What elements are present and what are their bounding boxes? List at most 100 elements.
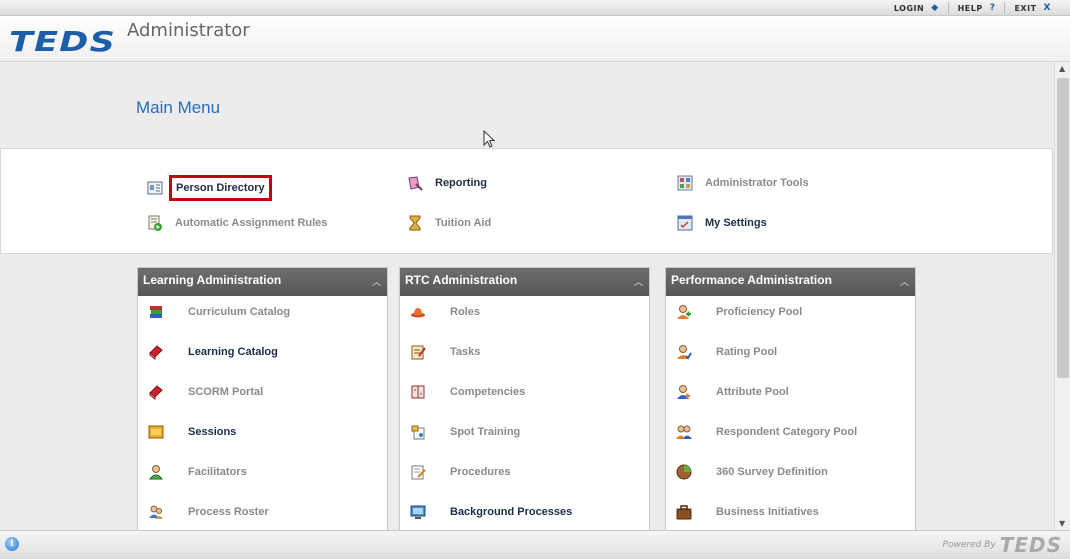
process-roster-link[interactable]: Process Roster: [138, 504, 269, 520]
scroll-up-icon[interactable]: ▲: [1059, 64, 1065, 73]
panel-title: Learning Administration: [143, 273, 282, 287]
item-label: Learning Catalog: [188, 346, 278, 358]
powered-by-text: Powered By: [942, 539, 996, 550]
reporting-link[interactable]: Reporting: [407, 175, 487, 191]
books-icon: [150, 306, 162, 318]
briefcase-icon: [676, 505, 692, 520]
item-label: Competencies: [450, 386, 526, 398]
app-header: TEDS Administrator: [0, 16, 1070, 62]
tasks-icon: [411, 345, 426, 360]
respondent-icon: [676, 425, 692, 439]
tasks-link[interactable]: Tasks: [400, 344, 480, 360]
tuition-aid-label: Tuition Aid: [435, 217, 492, 229]
mouse-cursor-icon: [483, 129, 496, 148]
exit-link[interactable]: EXIT X: [1004, 2, 1060, 14]
automatic-assignment-rules-link[interactable]: Automatic Assignment Rules: [147, 215, 327, 231]
quick-links-box: Person Directory Reporting Administrator…: [0, 148, 1053, 254]
app-subtitle: Administrator: [127, 20, 250, 41]
person-directory-link[interactable]: Person Directory: [147, 175, 272, 201]
top-bar: LOGIN ◆ HELP ? EXIT X: [0, 0, 1070, 16]
hat-icon: [411, 308, 425, 318]
competencies-link[interactable]: Competencies: [400, 384, 525, 400]
footer: i Powered By TEDS: [0, 530, 1070, 559]
login-icon: ◆: [931, 3, 939, 13]
logo-text: TEDS: [9, 25, 117, 58]
vertical-scrollbar[interactable]: ▲ ▼: [1054, 62, 1070, 530]
background-processes-link[interactable]: Background Processes: [400, 504, 572, 520]
tuition-aid-link[interactable]: Tuition Aid: [407, 215, 491, 231]
login-link[interactable]: LOGIN ◆: [885, 2, 948, 14]
exit-label: EXIT: [1014, 3, 1037, 13]
item-label: Curriculum Catalog: [188, 306, 291, 318]
facilitators-link[interactable]: Facilitators: [138, 464, 247, 480]
roles-link[interactable]: Roles: [400, 304, 480, 320]
item-label: Sessions: [188, 426, 237, 438]
proficiency-icon: [677, 305, 691, 319]
administrator-tools-label: Administrator Tools: [705, 177, 809, 189]
admin-tools-icon: [677, 175, 693, 191]
learning-catalog-link[interactable]: Learning Catalog: [138, 344, 278, 360]
item-label: Process Roster: [188, 506, 269, 518]
assignment-rules-icon: [148, 215, 162, 231]
help-icon: ?: [989, 3, 996, 13]
sessions-link[interactable]: Sessions: [138, 424, 236, 440]
page-title: Main Menu: [136, 98, 221, 117]
item-label: Business Initiatives: [716, 506, 819, 518]
powered-by: Powered By TEDS: [943, 533, 1062, 557]
panel-header[interactable]: RTC Administration ︿: [400, 268, 649, 296]
reporting-label: Reporting: [435, 177, 487, 189]
person-icon: [148, 465, 164, 480]
my-settings-icon: [677, 215, 693, 231]
rtc-administration-panel: RTC Administration ︿ Roles Tasks Compete…: [399, 267, 650, 530]
item-label: SCORM Portal: [188, 386, 264, 398]
collapse-icon[interactable]: ︿: [372, 275, 381, 288]
help-link[interactable]: HELP ?: [947, 2, 1005, 14]
info-icon[interactable]: i: [5, 537, 19, 551]
book-red-icon: [149, 345, 163, 360]
attribute-icon: [677, 385, 691, 399]
help-label: HELP: [957, 3, 983, 13]
item-label: Procedures: [450, 466, 511, 478]
item-label: Attribute Pool: [716, 386, 789, 398]
business-initiatives-link[interactable]: Business Initiatives: [666, 504, 819, 520]
spot-training-icon: [411, 425, 425, 440]
item-label: Respondent Category Pool: [716, 426, 858, 438]
item-label: Rating Pool: [716, 346, 778, 358]
login-label: LOGIN: [893, 3, 925, 13]
panel-title: Performance Administration: [671, 273, 832, 287]
respondent-category-pool-link[interactable]: Respondent Category Pool: [666, 424, 857, 440]
performance-administration-panel: Performance Administration ︿ Proficiency…: [665, 267, 916, 530]
automatic-assignment-rules-label: Automatic Assignment Rules: [175, 217, 328, 229]
competencies-icon: [411, 385, 425, 399]
item-label: Tasks: [450, 346, 481, 358]
rating-icon: [677, 345, 692, 360]
person-directory-label: Person Directory: [169, 175, 272, 201]
item-label: Background Processes: [450, 506, 573, 518]
panel-header[interactable]: Performance Administration ︿: [666, 268, 915, 296]
panel-header[interactable]: Learning Administration ︿: [138, 268, 387, 296]
curriculum-catalog-link[interactable]: Curriculum Catalog: [138, 304, 290, 320]
attribute-pool-link[interactable]: Attribute Pool: [666, 384, 789, 400]
scorm-portal-link[interactable]: SCORM Portal: [138, 384, 263, 400]
my-settings-label: My Settings: [705, 217, 767, 229]
collapse-icon[interactable]: ︿: [900, 275, 909, 288]
spot-training-link[interactable]: Spot Training: [400, 424, 520, 440]
item-label: 360 Survey Definition: [716, 466, 828, 478]
exit-icon: X: [1043, 3, 1051, 13]
rating-pool-link[interactable]: Rating Pool: [666, 344, 777, 360]
scroll-thumb[interactable]: [1057, 78, 1069, 378]
tuition-aid-icon: [409, 215, 421, 231]
item-label: Spot Training: [450, 426, 521, 438]
sessions-icon: [148, 425, 164, 439]
top-links: LOGIN ◆ HELP ? EXIT X: [885, 2, 1060, 14]
my-settings-link[interactable]: My Settings: [677, 215, 767, 231]
scroll-down-icon[interactable]: ▼: [1059, 519, 1065, 528]
collapse-icon[interactable]: ︿: [634, 275, 643, 288]
procedures-link[interactable]: Procedures: [400, 464, 511, 480]
administrator-tools-link[interactable]: Administrator Tools: [677, 175, 809, 191]
panel-title: RTC Administration: [405, 273, 518, 287]
learning-administration-panel: Learning Administration ︿ Curriculum Cat…: [137, 267, 388, 530]
survey-definition-link[interactable]: 360 Survey Definition: [666, 464, 828, 480]
proficiency-pool-link[interactable]: Proficiency Pool: [666, 304, 802, 320]
reporting-icon: [408, 176, 423, 191]
